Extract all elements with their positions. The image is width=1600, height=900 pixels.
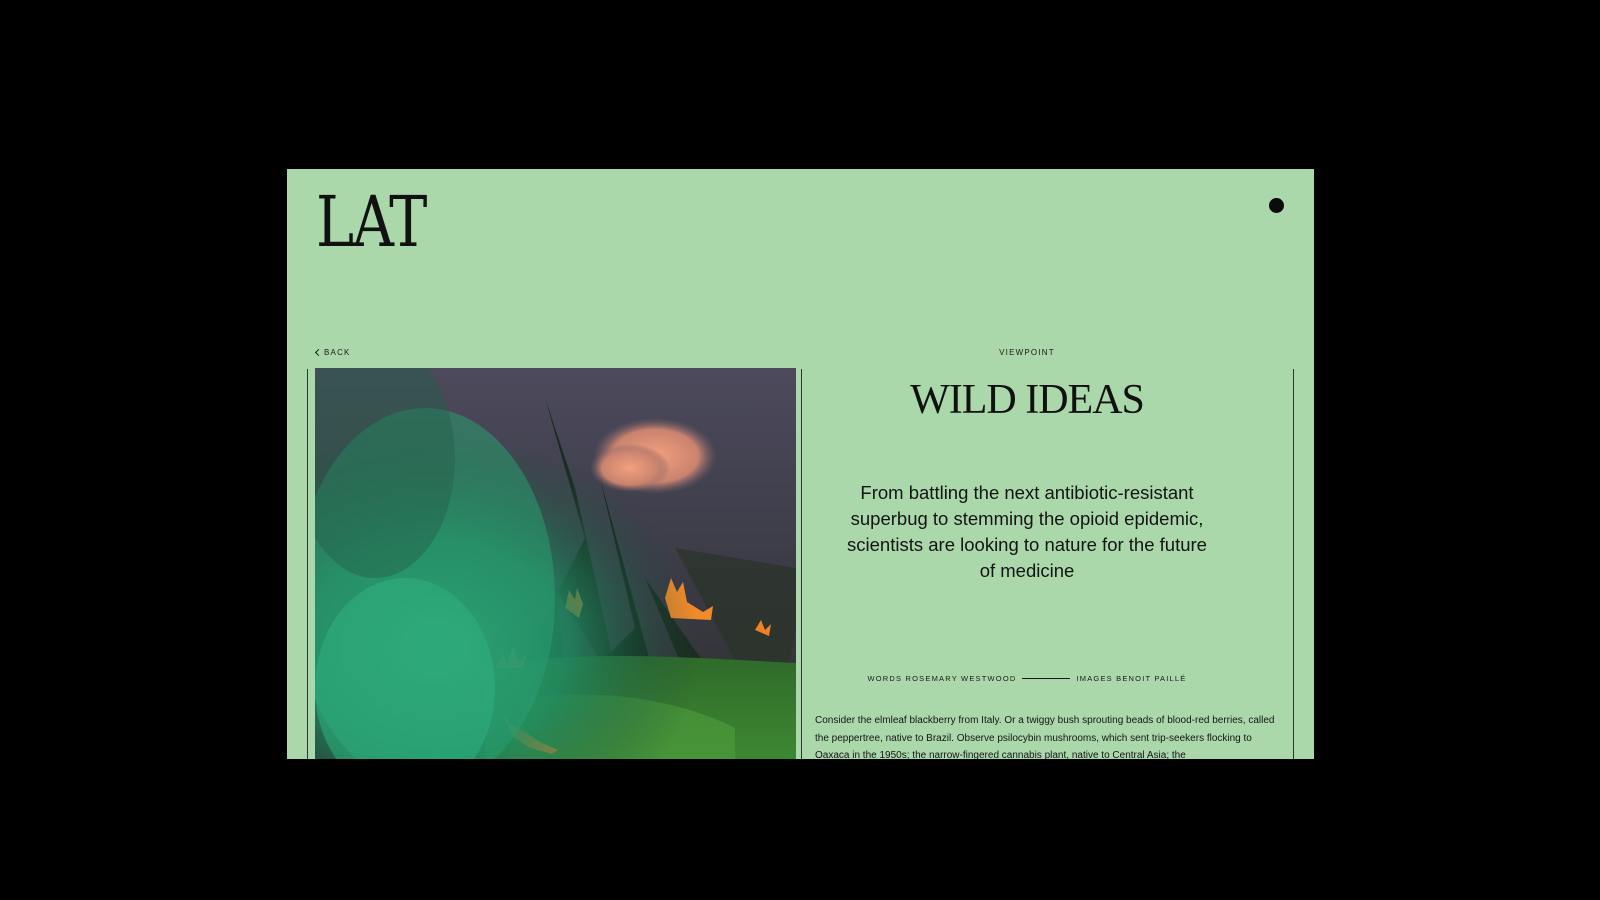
words-credit: WORDS ROSEMARY WESTWOOD [867,674,1017,683]
column-divider-middle [801,369,802,759]
article-category: VIEWPOINT [999,348,1055,357]
column-divider-right [1293,369,1294,759]
credits-divider [1022,678,1071,679]
back-link[interactable]: BACK [314,348,351,357]
hero-image [315,368,796,759]
images-credit: IMAGES BENOIT PAILLÉ [1076,674,1187,683]
column-divider-left [307,369,308,759]
back-label: BACK [324,348,351,357]
page-frame: LAT BACK VIEWPOINT WILD IDEAS From battl… [287,169,1314,759]
article-body: Consider the elmleaf blackberry from Ita… [815,715,1275,759]
article-credits: WORDS ROSEMARY WESTWOOD IMAGES BENOIT PA… [847,674,1207,683]
article-title: WILD IDEAS [910,377,1145,423]
menu-dot-icon[interactable] [1269,198,1284,213]
article-dek: From battling the next antibiotic-resist… [847,482,1207,581]
site-logo[interactable]: LAT [316,187,427,257]
chevron-left-icon [314,348,323,357]
